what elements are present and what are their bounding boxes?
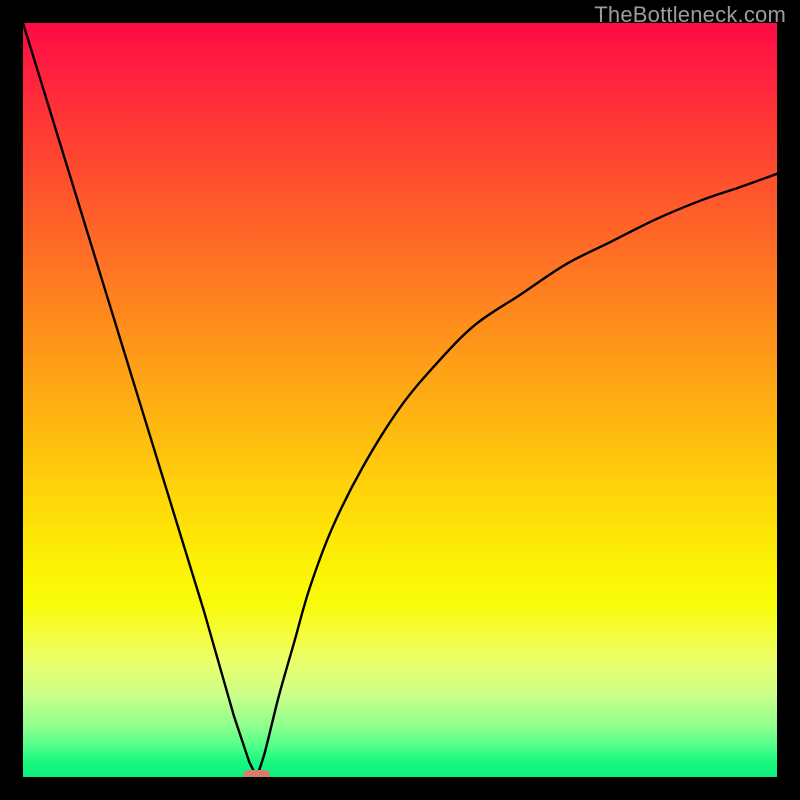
curve-right-branch [257, 174, 777, 777]
minimum-marker [244, 770, 270, 777]
curve-left-branch [23, 23, 257, 777]
plot-area [23, 23, 777, 777]
watermark-text: TheBottleneck.com [594, 2, 786, 28]
curve-svg [23, 23, 777, 777]
chart-frame: TheBottleneck.com [0, 0, 800, 800]
